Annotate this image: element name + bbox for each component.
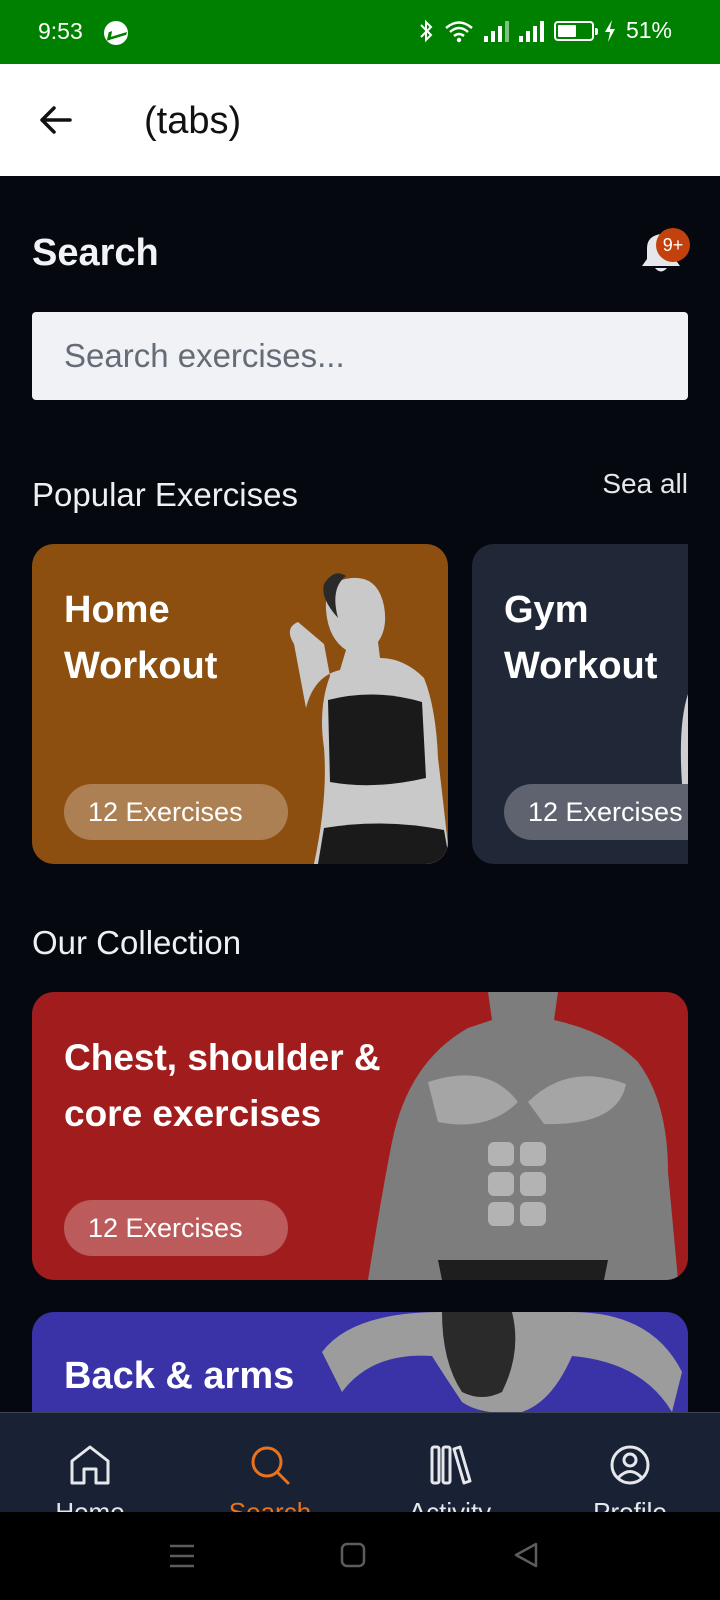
status-bar: 9:53 51% [0, 0, 720, 64]
home-workout-card[interactable]: Home Workout 12 Exercises [32, 544, 448, 864]
card-title: Chest, shoulder & core exercises [64, 1037, 381, 1134]
back-arrow-icon[interactable] [36, 100, 76, 140]
exercise-count-pill: 12 Exercises [64, 784, 288, 840]
search-icon [251, 1446, 290, 1485]
signal-icon [483, 20, 509, 42]
card-title: Back & arms [64, 1355, 295, 1397]
gym-workout-card[interactable]: Gym Workout 12 Exercises [472, 544, 688, 864]
signal-icon-2 [518, 20, 544, 42]
app-screen: 9:53 51% (tabs) Search 9+ Popular Exerci… [0, 0, 720, 1600]
gym-athlete-image [680, 694, 688, 784]
bottom-nav: Home Search Activity Profile [0, 1412, 720, 1527]
status-icons: 51% [418, 17, 672, 44]
system-nav-bar [0, 1512, 720, 1600]
card-title: Gym Workout [504, 589, 658, 687]
home-square-icon[interactable] [340, 1540, 366, 1570]
charging-icon [604, 19, 615, 42]
nav-search[interactable]: Search [180, 1413, 360, 1527]
home-icon [70, 1445, 110, 1485]
nav-profile[interactable]: Profile [540, 1413, 720, 1527]
nav-home[interactable]: Home [0, 1413, 180, 1527]
app-bar-title: (tabs) [144, 100, 242, 142]
notification-badge: 9+ [656, 228, 690, 262]
chest-shoulder-core-card[interactable]: Chest, shoulder & core exercises 12 Exer… [32, 992, 688, 1280]
exercise-count-pill: 12 Exercises [504, 784, 688, 840]
messenger-icon [104, 21, 128, 45]
bluetooth-icon [420, 19, 433, 42]
status-time: 9:53 [38, 18, 83, 44]
app-bar: (tabs) [0, 64, 720, 176]
see-all-link[interactable]: Sea all [602, 468, 688, 500]
exercise-count-pill: 12 Exercises [64, 1200, 288, 1256]
collection-section-title: Our Collection [32, 924, 242, 961]
popular-section-title: Popular Exercises [32, 476, 298, 513]
library-icon [430, 1445, 472, 1485]
wifi-icon [445, 20, 473, 42]
menu-icon[interactable] [168, 1540, 196, 1572]
muscular-man-image [368, 992, 678, 1280]
back-triangle-icon[interactable] [512, 1540, 540, 1570]
nav-activity[interactable]: Activity [360, 1413, 540, 1527]
card-title: Home Workout [64, 589, 218, 687]
battery-icon [553, 20, 598, 41]
profile-icon [610, 1445, 650, 1485]
page-title: Search [32, 232, 159, 274]
search-input[interactable] [32, 312, 688, 400]
battery-percent: 51% [625, 17, 672, 43]
